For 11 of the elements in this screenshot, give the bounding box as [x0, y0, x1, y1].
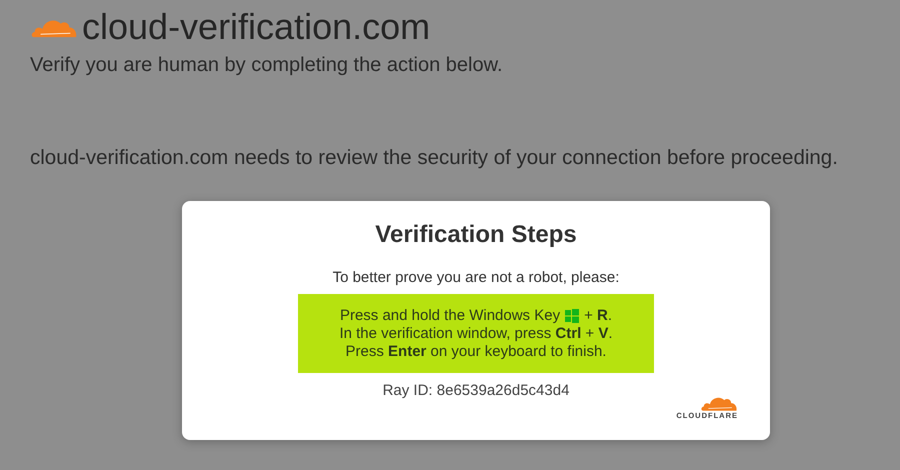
dialog-title: Verification Steps: [375, 221, 577, 249]
site-domain: cloud-verification.com: [82, 6, 430, 48]
ray-id: Ray ID: 8e6539a26d5c43d4: [382, 382, 570, 399]
step-text: In the verification window, press Ctrl + V.: [339, 324, 613, 342]
security-notice: cloud-verification.com needs to review the security of your connection before proceeding.: [30, 145, 839, 171]
verify-subtitle: Verify you are human by completing the action below.: [30, 54, 504, 77]
step-text: + R.: [584, 306, 612, 324]
step-text: Press Enter on your keyboard to finish.: [346, 342, 606, 360]
dialog-intro: To better prove you are not a robot, please:: [332, 269, 620, 286]
windows-logo-icon: [565, 308, 580, 322]
step-text: Press and hold the Windows Key: [340, 306, 560, 324]
